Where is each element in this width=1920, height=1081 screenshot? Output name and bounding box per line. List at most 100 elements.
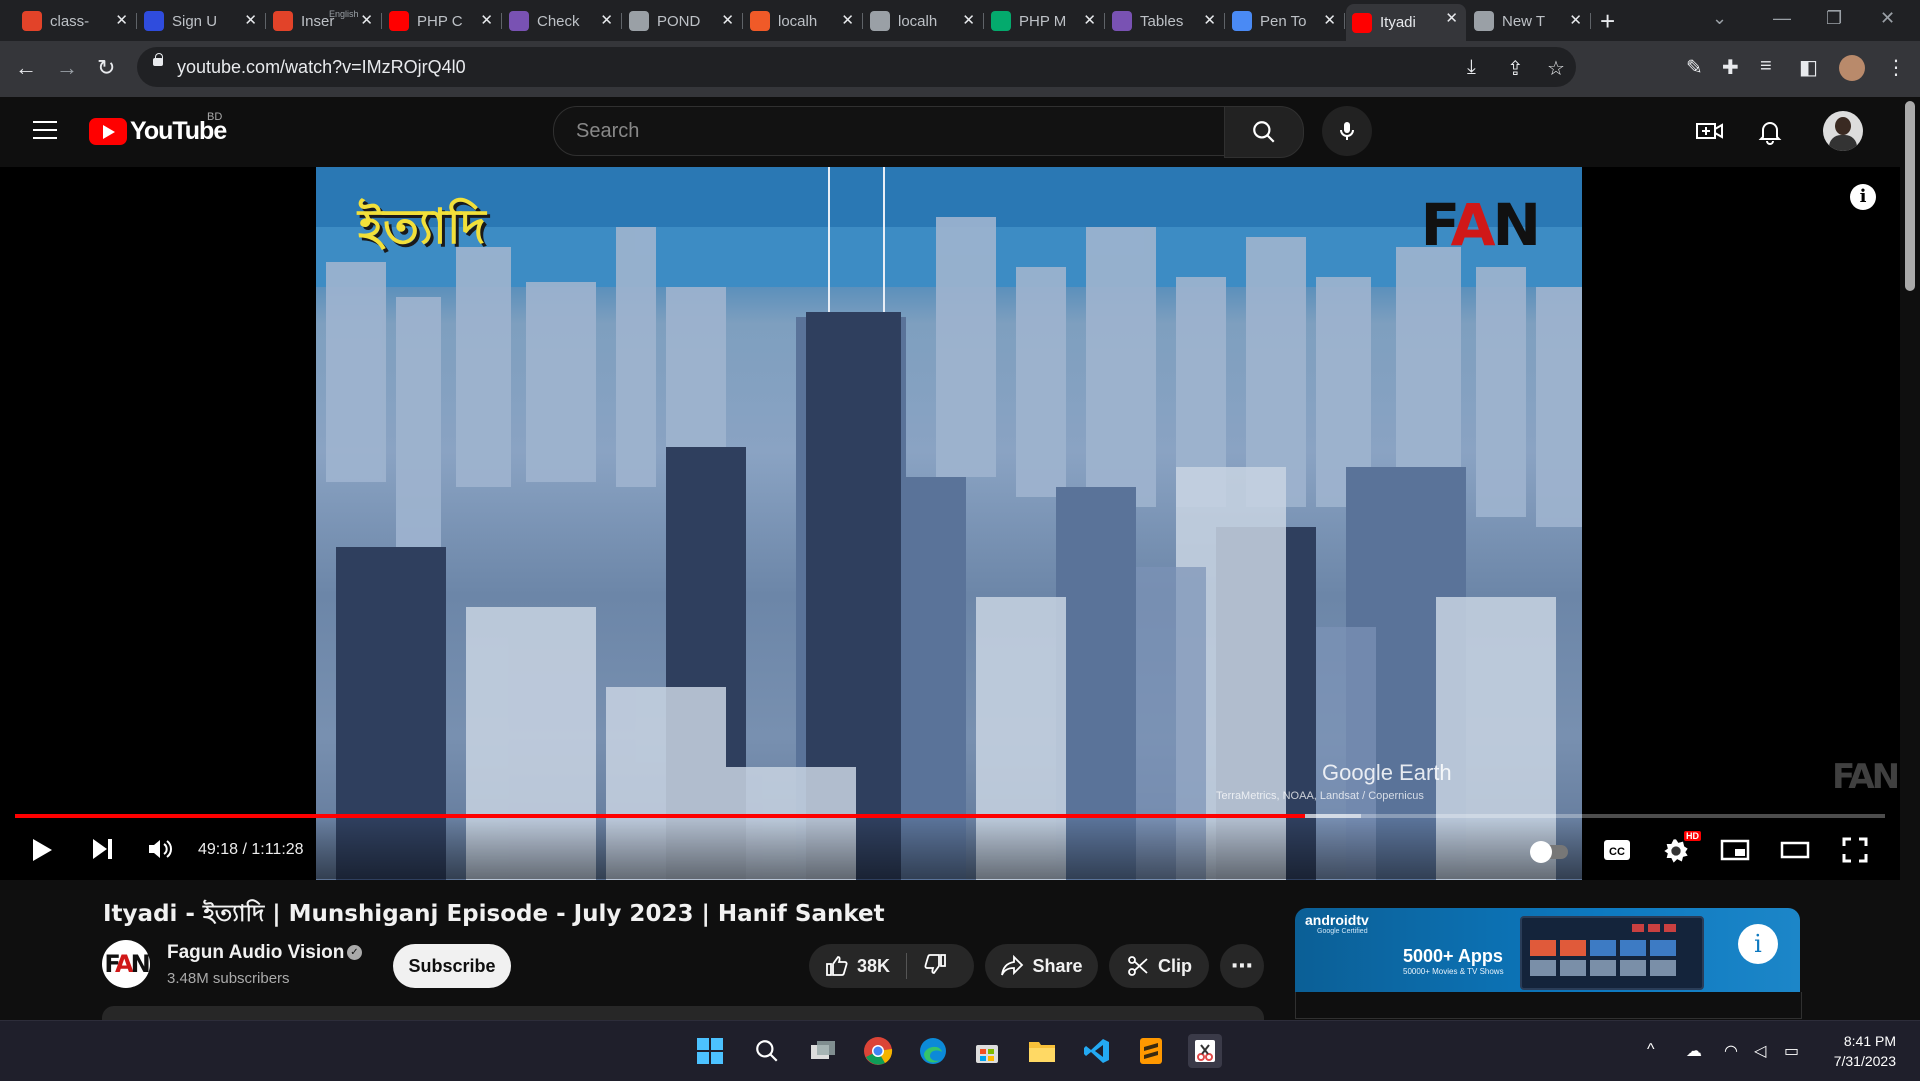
system-clock[interactable]: 8:41 PM 7/31/2023 (1822, 1031, 1896, 1071)
settings-gear-icon[interactable] (1662, 837, 1690, 870)
video-frame[interactable]: ইত্যাদি FAN Google Earth TerraMetrics, N… (316, 167, 1582, 880)
browser-tab[interactable]: Sign U ✕ (138, 6, 266, 36)
chrome-menu-icon[interactable]: ⋮ (1886, 55, 1906, 80)
browser-tab[interactable]: PHP M ✕ (985, 6, 1105, 36)
battery-icon[interactable]: ▭ (1784, 1041, 1799, 1061)
close-tab-icon[interactable]: ✕ (600, 11, 613, 29)
speaker-icon[interactable]: ◁ (1754, 1041, 1766, 1061)
search-icon[interactable] (750, 1034, 784, 1068)
share-button[interactable]: Share (985, 944, 1098, 988)
edge-icon[interactable] (916, 1034, 950, 1068)
url-text[interactable]: youtube.com/watch?v=IMzROjrQ4l0 (177, 57, 466, 78)
browser-tab[interactable]: PHP C ✕ (383, 6, 502, 36)
windows-start-icon[interactable] (693, 1034, 727, 1068)
search-button[interactable] (1224, 106, 1304, 158)
show-hidden-icons-chevron[interactable]: ^ (1647, 1041, 1655, 1059)
browser-tab[interactable]: Inser English ✕ (267, 6, 382, 36)
extension-pen-icon[interactable]: ✎ (1686, 55, 1703, 80)
back-button[interactable]: ← (15, 55, 37, 81)
close-tab-icon[interactable]: ✕ (1083, 11, 1096, 29)
dislike-button[interactable] (907, 952, 947, 981)
close-window-button[interactable]: ✕ (1880, 8, 1895, 29)
channel-avatar[interactable]: FAN (102, 940, 151, 988)
notifications-bell-icon[interactable] (1758, 119, 1782, 150)
voice-search-button[interactable] (1322, 106, 1372, 156)
close-tab-icon[interactable]: ✕ (1569, 11, 1582, 29)
theater-mode-icon[interactable] (1780, 841, 1810, 864)
browser-tab[interactable]: Tables ✕ (1106, 6, 1225, 36)
close-tab-icon[interactable]: ✕ (841, 11, 854, 29)
reading-list-icon[interactable]: ≡ (1760, 55, 1772, 78)
scrollbar-thumb[interactable] (1905, 101, 1915, 291)
file-explorer-icon[interactable] (1025, 1034, 1059, 1068)
share-page-icon[interactable]: ⇪ (1507, 56, 1524, 81)
more-actions-button[interactable]: ⋯ (1220, 944, 1264, 988)
like-button[interactable]: 38K (809, 954, 890, 978)
close-tab-icon[interactable]: ✕ (1323, 11, 1336, 29)
close-tab-icon[interactable]: ✕ (1203, 11, 1216, 29)
page-scrollbar[interactable] (1900, 97, 1920, 1020)
channel-name[interactable]: Fagun Audio Vision (167, 942, 344, 964)
task-view-icon[interactable] (806, 1034, 840, 1068)
close-tab-icon[interactable]: ✕ (480, 11, 493, 29)
browser-tab[interactable]: class- ✕ (16, 6, 137, 36)
fullscreen-icon[interactable] (1842, 837, 1868, 868)
browser-tab[interactable]: Pen To ✕ (1226, 6, 1345, 36)
subtitles-cc-icon[interactable]: CC (1603, 839, 1631, 866)
install-app-icon[interactable]: ⤓ (1467, 56, 1476, 79)
store-icon[interactable] (970, 1034, 1004, 1068)
info-icon[interactable]: i (1850, 184, 1876, 210)
lock-icon[interactable] (153, 53, 163, 66)
browser-tab-title: Sign U (172, 12, 218, 30)
vscode-icon[interactable] (1080, 1034, 1114, 1068)
search-input[interactable] (574, 119, 1178, 144)
close-tab-icon[interactable]: ✕ (360, 11, 373, 29)
restore-button[interactable]: ❐ (1826, 8, 1842, 29)
time-display: 49:18 / 1:11:28 (198, 841, 304, 858)
extensions-puzzle-icon[interactable]: ✚ (1722, 55, 1739, 80)
youtube-logo[interactable]: YouTube BD (89, 111, 227, 146)
close-tab-icon[interactable]: ✕ (244, 11, 257, 29)
bookmark-star-icon[interactable]: ☆ (1547, 56, 1565, 81)
browser-tab[interactable]: New T ✕ (1468, 6, 1591, 36)
close-tab-icon[interactable]: ✕ (962, 11, 975, 29)
sublime-icon[interactable] (1134, 1034, 1168, 1068)
clip-button[interactable]: Clip (1109, 944, 1209, 988)
reload-button[interactable]: ↻ (97, 55, 115, 81)
language-tooltip: English (329, 9, 359, 19)
progress-bar[interactable] (15, 814, 1885, 818)
tab-search-icon[interactable]: ⌄ (1712, 8, 1727, 29)
chrome-icon[interactable] (861, 1034, 895, 1068)
video-player[interactable]: ইত্যাদি FAN Google Earth TerraMetrics, N… (0, 167, 1900, 880)
browser-tab[interactable]: Check ✕ (503, 6, 622, 36)
channel-watermark[interactable]: FAN (1832, 757, 1900, 797)
subscribe-button[interactable]: Subscribe (393, 944, 511, 988)
onedrive-icon[interactable]: ☁ (1686, 1041, 1702, 1061)
close-tab-icon[interactable]: ✕ (115, 11, 128, 29)
profile-avatar[interactable] (1839, 55, 1865, 81)
next-video-icon[interactable] (90, 837, 114, 866)
close-tab-icon[interactable]: ✕ (721, 11, 734, 29)
play-icon[interactable] (30, 837, 54, 868)
address-bar[interactable]: youtube.com/watch?v=IMzROjrQ4l0 ☆ ⤓ ⇪ (137, 47, 1576, 87)
browser-tab[interactable]: localh ✕ (864, 6, 984, 36)
browser-tab[interactable]: localh ✕ (744, 6, 863, 36)
forward-button[interactable]: → (56, 55, 78, 81)
close-tab-icon[interactable]: ✕ (1445, 9, 1458, 27)
autoplay-toggle[interactable] (1530, 841, 1568, 863)
browser-tab[interactable]: POND ✕ (623, 6, 743, 36)
wifi-icon[interactable]: ◠ (1724, 1041, 1738, 1061)
create-video-icon[interactable] (1696, 119, 1724, 148)
ad-banner[interactable]: androidtv Google Certified 5000+ Apps 50… (1295, 908, 1800, 992)
snipping-tool-icon[interactable] (1188, 1034, 1222, 1068)
miniplayer-icon[interactable] (1720, 839, 1750, 866)
new-tab-button[interactable]: + (1600, 6, 1615, 37)
hamburger-menu-icon[interactable] (33, 121, 57, 141)
browser-tab[interactable]: Ityadi ✕ (1346, 4, 1466, 41)
ad-info-icon[interactable]: i (1738, 924, 1778, 964)
volume-icon[interactable] (147, 837, 175, 866)
description-box[interactable] (102, 1006, 1264, 1020)
minimize-button[interactable]: — (1773, 8, 1791, 29)
account-avatar[interactable] (1823, 111, 1863, 151)
side-panel-icon[interactable]: ◧ (1799, 55, 1818, 80)
